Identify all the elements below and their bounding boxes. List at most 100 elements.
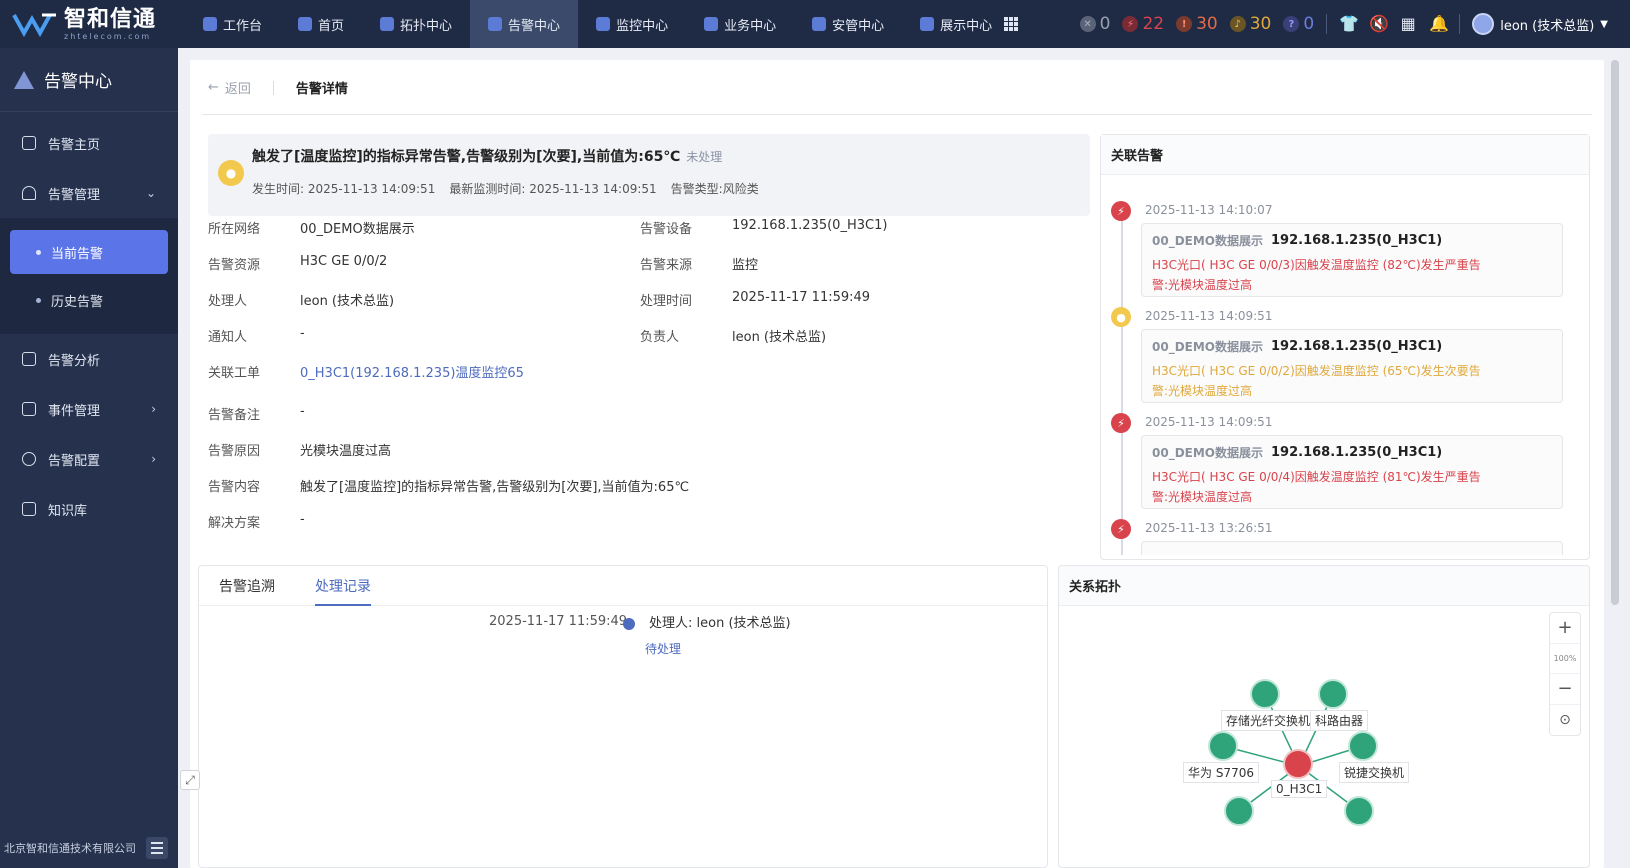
sidebar-item-event-manage[interactable]: 事件管理 › [0, 384, 178, 434]
collapse-menu-icon[interactable] [146, 837, 168, 859]
alarm-message: 警:光模块温度过高 [1152, 490, 1253, 504]
nav-label: 首页 [318, 18, 345, 34]
expand-icon[interactable]: ⤢ [180, 770, 200, 790]
layout-icon[interactable]: ▦ [1399, 15, 1417, 33]
timeline-time: 2025-11-13 14:09:51 [1145, 309, 1273, 323]
sidebar-item-label: 当前告警 [51, 246, 104, 262]
avatar [1472, 13, 1495, 35]
sidebar-item-knowledge[interactable]: 知识库 [0, 484, 178, 534]
count-value: 0 [1303, 14, 1315, 34]
document-icon [22, 402, 36, 416]
alarm-message: 警:光模块温度过高 [1152, 384, 1253, 398]
field-label: 负责人 [640, 330, 680, 345]
field-resource: 告警资源 H3C GE 0/0/2 [208, 254, 387, 273]
sidebar-submenu: 当前告警 历史告警 [0, 218, 178, 334]
field-label: 所在网络 [208, 222, 261, 237]
field-label: 告警来源 [640, 258, 693, 273]
count-critical[interactable]: ⚡ 22 [1122, 14, 1164, 34]
field-device: 告警设备 192.168.1.235(0_H3C1) [640, 218, 887, 237]
apps-grid-icon[interactable] [1004, 17, 1019, 31]
topology-node-center[interactable] [1283, 749, 1313, 779]
field-value: 光模块温度过高 [300, 444, 392, 459]
field-value: 192.168.1.235(0_H3C1) [732, 218, 888, 233]
nav-topology[interactable]: 拓扑中心 [362, 0, 470, 48]
nav-business[interactable]: 业务中心 [686, 0, 794, 48]
breadcrumb: ← 返回 告警详情 [208, 78, 348, 97]
ticket-link[interactable]: 0_H3C1(192.168.1.235)温度监控65 [300, 362, 524, 381]
nav-label: 安管中心 [832, 18, 885, 34]
scrollbar[interactable] [1611, 60, 1619, 605]
skin-icon[interactable]: 👕 [1339, 15, 1359, 33]
page-title: 告警详情 [295, 82, 348, 97]
count-value: 30 [1249, 14, 1272, 34]
related-alarm-card[interactable]: 00_DEMO数据展示 192.168.1.235(0_H3C1) H3C光口( … [1141, 435, 1563, 509]
nav-workbench[interactable]: 工作台 [185, 0, 280, 48]
sidebar-item-label: 告警分析 [48, 353, 101, 369]
sidebar-item-current-alarm[interactable]: 当前告警 [10, 230, 168, 274]
field-label: 告警备注 [208, 408, 261, 423]
related-alarm-card[interactable] [1141, 541, 1563, 555]
count-minor[interactable]: ♪ 30 [1229, 14, 1272, 34]
nav-display[interactable]: 展示中心 [902, 0, 1036, 48]
topology-node[interactable] [1318, 679, 1348, 709]
alarm-message: H3C光口( H3C GE 0/0/2)因触发温度监控 (65℃)发生次要告 [1152, 364, 1481, 378]
topology-node[interactable] [1348, 731, 1378, 761]
nav-monitor[interactable]: 监控中心 [578, 0, 686, 48]
brand-logo[interactable]: 智和信通 zhtelecom.com [0, 0, 185, 48]
field-value: - [300, 512, 305, 527]
node-label: 华为 S7706 [1183, 762, 1259, 783]
sidebar-item-alarm-manage[interactable]: 告警管理 ⌄ [0, 168, 178, 218]
nav-label: 工作台 [223, 18, 263, 34]
count-unknown[interactable]: ? 0 [1283, 14, 1314, 34]
notification-icon[interactable]: 🔔 [1429, 15, 1449, 33]
timeline-time: 2025-11-13 14:10:07 [1145, 203, 1273, 217]
tab-records[interactable]: 处理记录 [315, 566, 371, 606]
alert-summary: ● 触发了[温度监控]的指标异常告警,告警级别为[次要],当前值为:65℃ 未处理… [208, 134, 1090, 216]
count-major[interactable]: ! 30 [1176, 14, 1218, 34]
search-icon [22, 452, 36, 466]
timeline-time: 2025-11-13 13:26:51 [1145, 521, 1273, 535]
nav-home[interactable]: 首页 [280, 0, 362, 48]
topology-node[interactable] [1208, 731, 1238, 761]
business-icon [704, 17, 719, 31]
back-button[interactable]: ← 返回 [208, 78, 251, 97]
sidebar-item-alarm-config[interactable]: 告警配置 › [0, 434, 178, 484]
nav-label: 展示中心 [940, 18, 993, 34]
home-icon [22, 136, 36, 150]
nav-label: 拓扑中心 [400, 18, 453, 34]
related-alarm-card[interactable]: 00_DEMO数据展示 192.168.1.235(0_H3C1) H3C光口( … [1141, 329, 1563, 403]
mute-icon[interactable]: 🔇 [1369, 15, 1389, 33]
brand-name: 智和信通 [64, 6, 157, 32]
timeline-line [1121, 205, 1123, 555]
related-timeline[interactable]: ⚡ 2025-11-13 14:10:07 00_DEMO数据展示 192.168… [1101, 175, 1581, 555]
sidebar-item-alarm-analysis[interactable]: 告警分析 [0, 334, 178, 384]
nav-security[interactable]: 安管中心 [794, 0, 902, 48]
count-cleared[interactable]: ✕ 0 [1079, 14, 1110, 34]
divider [272, 80, 274, 95]
alarm-message: 警:光模块温度过高 [1152, 278, 1253, 292]
topology-node[interactable] [1250, 679, 1280, 709]
panel-title: 关联告警 [1101, 135, 1589, 175]
sidebar-item-alarm-home[interactable]: 告警主页 [0, 118, 178, 168]
nav-alarm-center[interactable]: 告警中心 [470, 0, 579, 48]
sidebar-item-label: 知识库 [48, 503, 88, 519]
sidebar-header: 告警中心 [0, 48, 178, 112]
tab-trace[interactable]: 告警追溯 [219, 566, 275, 606]
chart-icon [596, 17, 611, 31]
status-badge: 未处理 [686, 150, 723, 164]
record-status: 待处理 [645, 642, 682, 656]
related-alarm-card[interactable]: 00_DEMO数据展示 192.168.1.235(0_H3C1) H3C光口( … [1141, 223, 1563, 297]
nav-label: 告警中心 [508, 18, 561, 34]
warning-icon [14, 70, 34, 89]
user-menu[interactable]: leon (技术总监) ▼ [1472, 13, 1618, 35]
sidebar-item-history-alarm[interactable]: 历史告警 [10, 278, 168, 322]
topology-node[interactable] [1344, 796, 1374, 826]
topology-node[interactable] [1224, 796, 1254, 826]
warning-icon [488, 17, 503, 31]
field-value: 触发了[温度监控]的指标异常告警,告警级别为[次要],当前值为:65℃ [300, 480, 690, 495]
alarm-network: 00_DEMO数据展示 [1152, 340, 1264, 354]
home-icon [203, 17, 217, 31]
field-network: 所在网络 00_DEMO数据展示 [208, 218, 415, 237]
field-content: 告警内容 触发了[温度监控]的指标异常告警,告警级别为[次要],当前值为:65℃ [208, 476, 689, 495]
bolt-icon: ⚡ [1111, 201, 1131, 221]
